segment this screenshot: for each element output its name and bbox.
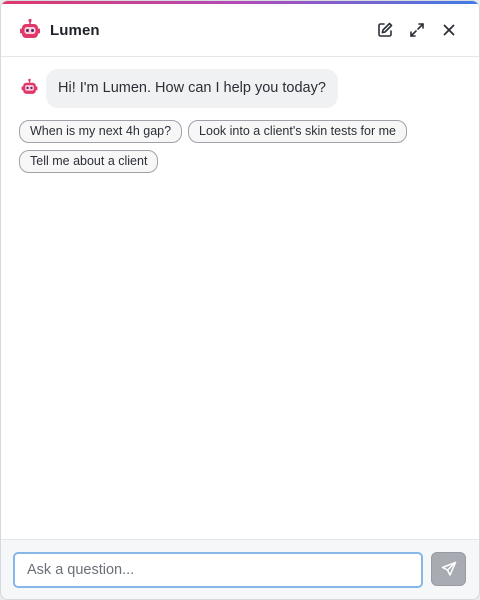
compose-icon[interactable] (372, 17, 398, 43)
robot-icon (18, 18, 42, 42)
composer (1, 539, 479, 599)
robot-icon (19, 77, 39, 97)
assistant-message: Hi! I'm Lumen. How can I help you today? (19, 69, 461, 108)
suggestion-chip-client[interactable]: Tell me about a client (19, 150, 159, 173)
header-actions (372, 17, 462, 43)
suggestion-chips: When is my next 4h gap? Look into a clie… (19, 120, 439, 173)
send-button[interactable] (431, 552, 466, 586)
assistant-greeting: Hi! I'm Lumen. How can I help you today? (46, 69, 338, 108)
send-icon (441, 561, 457, 577)
chat-window: Lumen Hi! I'm Lumen. How can I help you … (0, 0, 480, 600)
question-input[interactable] (13, 552, 424, 588)
suggestion-chip-next-gap[interactable]: When is my next 4h gap? (19, 120, 183, 143)
suggestion-chip-skin-tests[interactable]: Look into a client's skin tests for me (188, 120, 407, 143)
app-title: Lumen (50, 21, 100, 39)
close-icon[interactable] (436, 17, 462, 43)
expand-icon[interactable] (404, 17, 430, 43)
chat-header: Lumen (1, 4, 479, 57)
conversation-area: Hi! I'm Lumen. How can I help you today?… (1, 57, 479, 539)
